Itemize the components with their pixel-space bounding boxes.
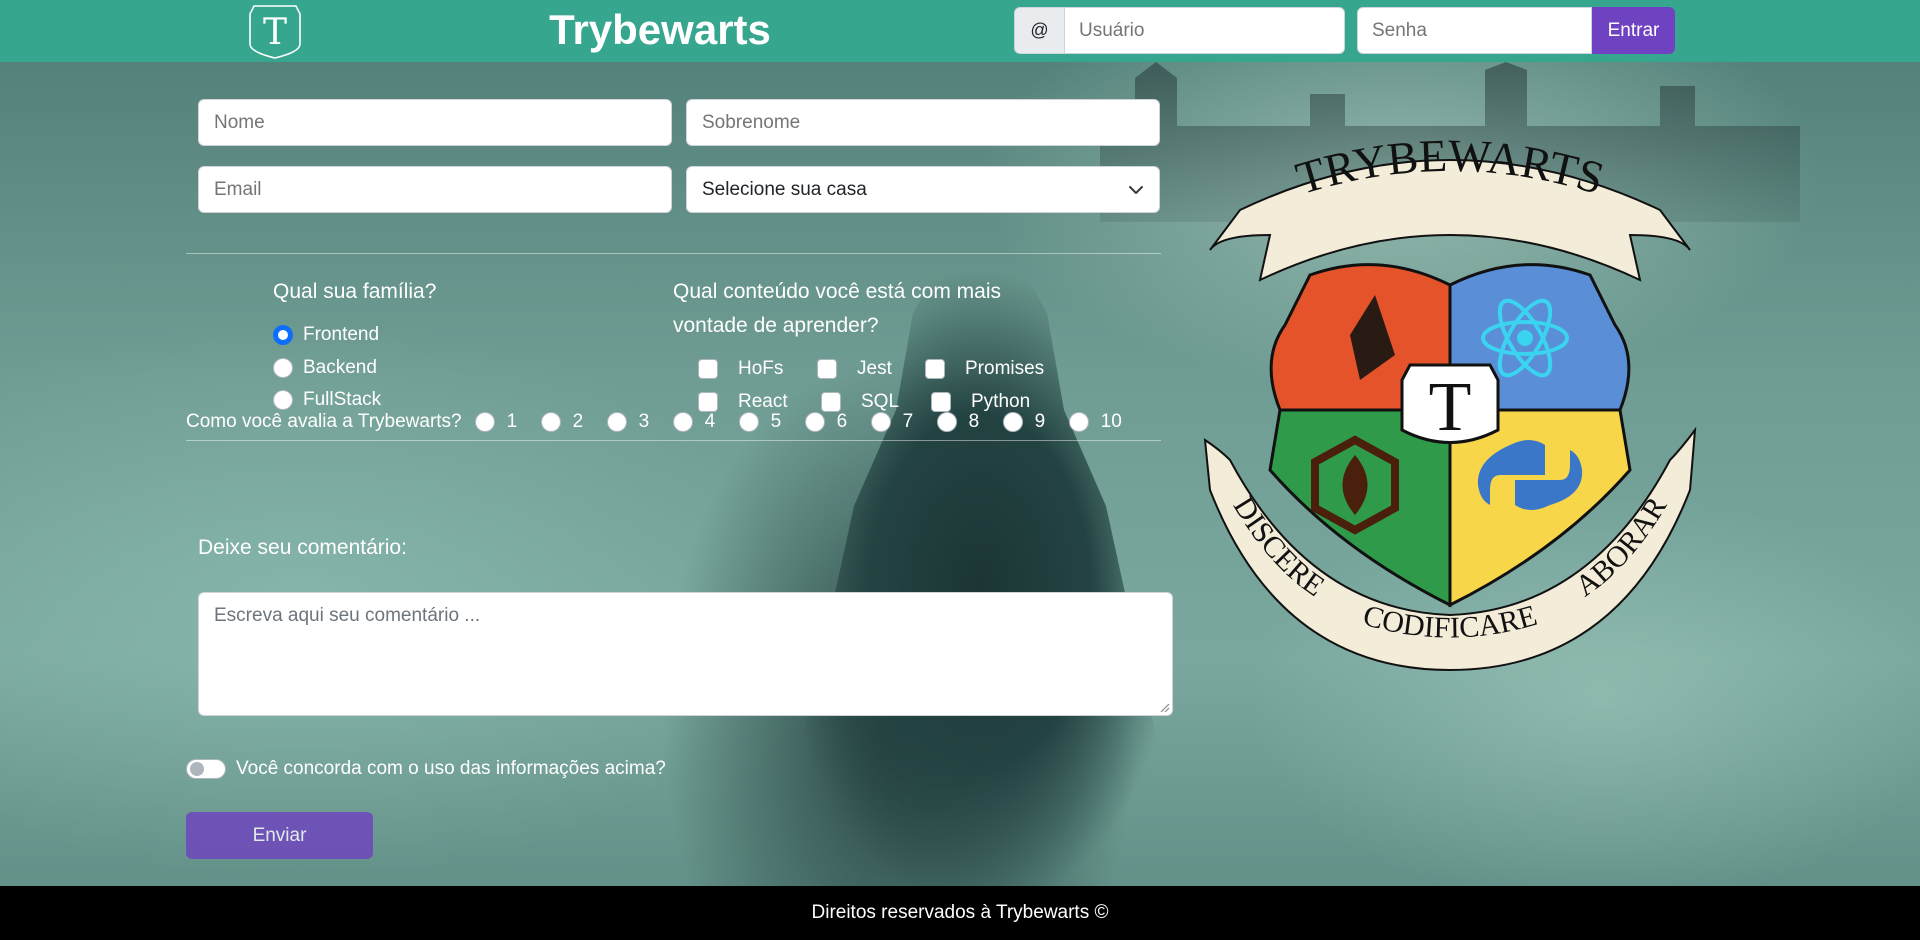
content-question-line1: Qual conteúdo você está com mais [673,280,1002,303]
rating-label-10: 10 [1100,411,1122,432]
rating-option-1[interactable]: 1 [474,411,528,433]
trybewarts-crest: TRYBEWARTS T DISCERE CODIFICARE LABORARE [1190,110,1697,672]
agreement-switch[interactable] [186,759,226,779]
rating-radio-6[interactable] [804,412,825,432]
rating-option-9[interactable]: 9 [1002,411,1056,433]
submit-button[interactable]: Enviar [186,812,373,859]
last-name-input[interactable] [686,99,1160,146]
user-input-group: @ [1014,7,1345,54]
footer: Direitos reservados à Trybewarts © [0,886,1920,940]
content-option-jest[interactable]: Jest [817,358,892,380]
rating-radio-8[interactable] [936,412,957,432]
comment-label: Deixe seu comentário: [198,536,407,559]
rating-option-8[interactable]: 8 [936,411,990,433]
rating-option-2[interactable]: 2 [540,411,594,433]
rating-option-10[interactable]: 10 [1068,411,1122,433]
comment-placeholder: Escreva aqui seu comentário ... [214,605,481,626]
content-question-line2: vontade de aprender? [673,314,879,337]
rating-radio-9[interactable] [1002,412,1023,432]
checkbox-promises[interactable] [925,359,945,379]
logo-letter: T [263,12,287,53]
rating-radio-1[interactable] [474,412,495,432]
comment-textarea[interactable]: Escreva aqui seu comentário ... [198,592,1173,716]
rating-radio-3[interactable] [606,412,627,432]
rating-label-6: 6 [836,411,848,432]
divider-middle [186,440,1161,441]
rating-radio-7[interactable] [870,412,891,432]
family-label-frontend: Frontend [303,324,380,345]
rating-question: Como você avalia a Trybewarts? [186,411,462,432]
rating-radio-4[interactable] [672,412,693,432]
username-input[interactable] [1065,7,1345,54]
content-label-jest: Jest [857,358,892,379]
radio-backend[interactable] [273,358,293,378]
rating-option-4[interactable]: 4 [672,411,726,433]
rating-label-7: 7 [902,411,914,432]
divider-top [186,253,1161,254]
house-select[interactable]: Selecione sua casa [686,166,1160,213]
trybewarts-logo-icon: T [249,5,301,59]
email-input[interactable] [198,166,672,213]
center-letter: T [1429,369,1472,446]
family-question: Qual sua família? [273,280,437,303]
checkbox-hofs[interactable] [698,359,718,379]
rating-label-2: 2 [572,411,584,432]
content-option-promises[interactable]: Promises [925,358,1044,380]
rating-label-8: 8 [968,411,980,432]
rating-option-5[interactable]: 5 [738,411,792,433]
content-option-hofs[interactable]: HoFs [698,358,783,380]
checkbox-jest[interactable] [817,359,837,379]
radio-frontend[interactable] [273,325,293,345]
login-button[interactable]: Entrar [1592,7,1675,54]
rating-option-7[interactable]: 7 [870,411,924,433]
rating-label-9: 9 [1034,411,1046,432]
house-select-value: Selecione sua casa [702,178,867,200]
rating-group: Como você avalia a Trybewarts? 1 2 3 4 5… [186,407,1122,437]
at-addon: @ [1014,7,1065,54]
rating-radio-5[interactable] [738,412,759,432]
family-option-frontend[interactable]: Frontend [273,324,379,346]
header-bar: T Trybewarts @ Entrar [0,0,1920,62]
rating-label-5: 5 [770,411,782,432]
page-title: Trybewarts [549,6,771,53]
rating-label-4: 4 [704,411,716,432]
chevron-down-icon [1129,185,1143,194]
password-input[interactable] [1357,7,1592,54]
agreement-label: Você concorda com o uso das informações … [236,758,666,779]
family-label-backend: Backend [303,357,377,378]
content-label-promises: Promises [965,358,1045,379]
family-option-backend[interactable]: Backend [273,357,377,379]
resize-handle-icon[interactable] [1158,701,1170,713]
first-name-input[interactable] [198,99,672,146]
rating-radio-10[interactable] [1068,412,1089,432]
rating-label-1: 1 [506,411,518,432]
agreement-toggle-row[interactable]: Você concorda com o uso das informações … [186,758,666,780]
content-label-hofs: HoFs [738,358,784,379]
footer-text: Direitos reservados à Trybewarts © [811,902,1109,923]
switch-knob [190,762,204,776]
rating-label-3: 3 [638,411,650,432]
rating-radio-2[interactable] [540,412,561,432]
rating-option-6[interactable]: 6 [804,411,858,433]
rating-option-3[interactable]: 3 [606,411,660,433]
